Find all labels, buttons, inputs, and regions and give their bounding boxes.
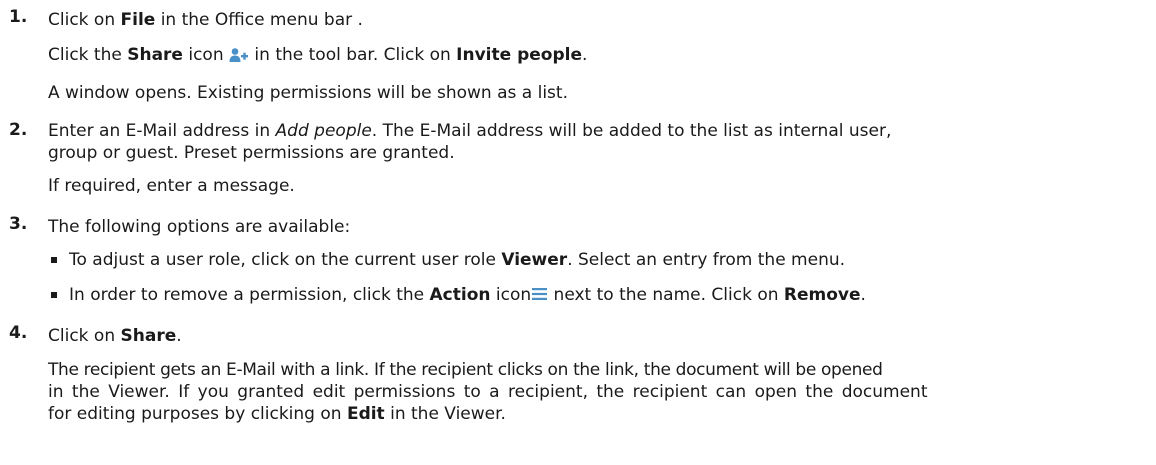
bullet-marker [51, 292, 57, 298]
bullet-marker [51, 257, 57, 263]
list-item: To adjust a user role, click on the curr… [48, 247, 1150, 273]
viewer-role-label: Viewer [501, 250, 568, 270]
step-3: 3. The following options are available: … [0, 214, 1156, 309]
step-number: 3. [9, 214, 28, 234]
step-2-line-1: Enter an E-Mail address in Add people. T… [48, 121, 892, 141]
add-people-label: Add people [275, 121, 372, 141]
step-4-line-1: Click on Share. [48, 326, 182, 346]
step-1: 1. Click on File in the Office menu bar … [0, 7, 1156, 106]
step-2-line-3: If required, enter a message. [48, 176, 295, 196]
share-person-plus-icon [229, 45, 249, 71]
step-1-line-3: A window opens. Existing permissions wil… [48, 83, 568, 103]
step-3-line-1: The following options are available: [48, 217, 351, 237]
step-2-line-2: group or guest. Preset permissions are g… [48, 143, 455, 163]
options-list: To adjust a user role, click on the curr… [48, 247, 1150, 309]
remove-label: Remove [783, 285, 861, 305]
step-4-paragraph: The recipient gets an E-Mail with a link… [48, 360, 928, 424]
action-label: Action [429, 285, 491, 305]
share-button-label: Share [120, 326, 177, 346]
edit-label: Edit [346, 404, 385, 424]
hamburger-menu-icon [531, 283, 548, 309]
step-number: 1. [9, 7, 28, 27]
step-number: 4. [9, 323, 28, 343]
step-number: 2. [9, 120, 28, 140]
step-4: 4. Click on Share. The recipient gets an… [0, 323, 1156, 425]
share-label: Share [127, 45, 183, 65]
instructions-document: 1. Click on File in the Office menu bar … [0, 0, 1156, 465]
step-1-line-1: Click on File in the Office menu bar . [48, 10, 363, 30]
invite-people-label: Invite people [456, 45, 582, 65]
file-menu-label: File [120, 10, 156, 30]
step-2: 2. Enter an E-Mail address in Add people… [0, 120, 1156, 199]
list-item: In order to remove a permission, click t… [48, 282, 1150, 309]
step-1-line-2: Click the Share icon in the tool bar. Cl… [48, 42, 1150, 71]
